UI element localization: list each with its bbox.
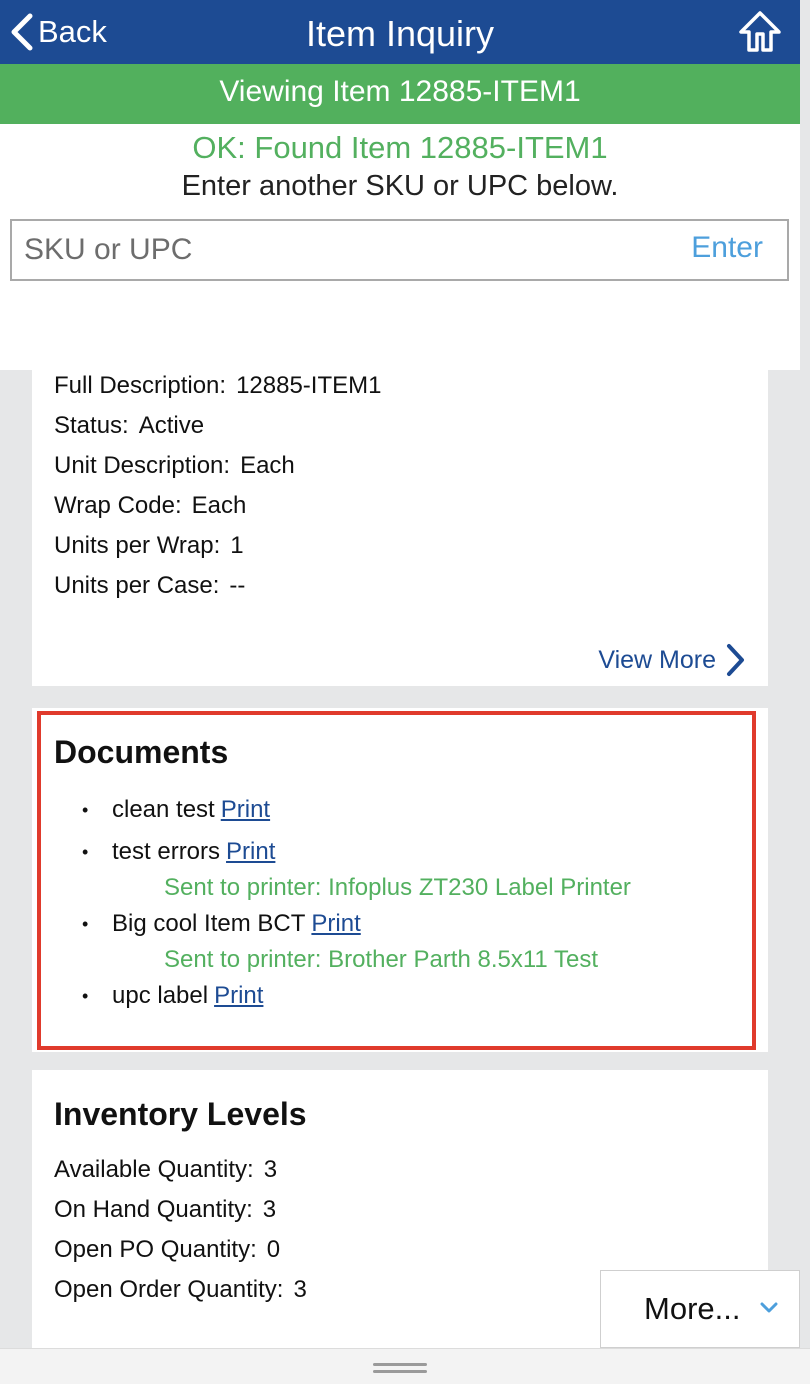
print-link[interactable]: Print bbox=[226, 838, 275, 865]
document-name: Big cool Item BCT bbox=[112, 910, 306, 937]
detail-row: Units per Case: -- bbox=[54, 572, 246, 599]
print-link[interactable]: Print bbox=[214, 982, 263, 1009]
documents-title: Documents bbox=[54, 734, 229, 770]
sent-to-printer-message: Sent to printer: Brother Parth 8.5x11 Te… bbox=[164, 946, 599, 973]
viewing-status-banner: Viewing Item 12885-ITEM1 bbox=[0, 64, 800, 124]
inventory-row: Open Order Quantity: 3 bbox=[54, 1276, 307, 1303]
top-nav-bar: Back Item Inquiry bbox=[0, 0, 800, 64]
document-item: • Big cool Item BCT Print bbox=[82, 910, 361, 937]
sent-to-printer-message: Sent to printer: Infoplus ZT230 Label Pr… bbox=[164, 874, 631, 901]
document-name: upc label bbox=[112, 982, 209, 1009]
chevron-right-icon bbox=[727, 644, 744, 676]
detail-row: Wrap Code: Each bbox=[54, 492, 247, 519]
detail-row: Units per Wrap: 1 bbox=[54, 532, 244, 559]
drag-handle-icon[interactable] bbox=[373, 1363, 427, 1373]
document-item: • clean test Print bbox=[82, 796, 271, 823]
scroll-edge bbox=[800, 0, 810, 370]
documents-card: Documents • clean test Print • test error… bbox=[32, 708, 768, 1052]
inventory-title: Inventory Levels bbox=[54, 1096, 307, 1132]
more-menu-button[interactable]: More... bbox=[600, 1270, 800, 1348]
more-label: More... bbox=[644, 1291, 741, 1326]
detail-row: Unit Description: Each bbox=[54, 452, 295, 479]
print-link[interactable]: Print bbox=[311, 910, 360, 937]
bottom-toolbar bbox=[0, 1348, 810, 1384]
document-name: test errors bbox=[112, 838, 221, 865]
detail-row: Full Description: 12885-ITEM1 bbox=[54, 372, 382, 399]
view-more-link[interactable]: View More bbox=[598, 642, 746, 678]
enter-button[interactable]: Enter bbox=[691, 231, 763, 265]
sku-input[interactable] bbox=[24, 229, 664, 271]
home-arrow-icon[interactable] bbox=[738, 10, 782, 54]
inventory-row: On Hand Quantity: 3 bbox=[54, 1196, 277, 1223]
sku-search-box: Enter bbox=[10, 219, 789, 281]
inventory-row: Available Quantity: 3 bbox=[54, 1156, 278, 1183]
page-title: Item Inquiry bbox=[305, 13, 495, 54]
document-name: clean test bbox=[112, 796, 215, 823]
item-details-card: Full Description: 12885-ITEM1 Status: Acti… bbox=[32, 370, 768, 686]
print-link[interactable]: Print bbox=[221, 796, 270, 823]
chevron-down-icon bbox=[760, 1302, 778, 1313]
lookup-prompt: Enter another SKU or UPC below. bbox=[181, 170, 619, 202]
item-inquiry-screen: Back Item Inquiry Viewing Item 12885-ITE… bbox=[0, 0, 810, 1384]
document-item: • test errors Print bbox=[82, 838, 276, 865]
inventory-row: Open PO Quantity: 0 bbox=[54, 1236, 281, 1263]
ok-message: OK: Found Item 12885-ITEM1 bbox=[192, 130, 608, 165]
lookup-panel: OK: Found Item 12885-ITEM1 Enter another… bbox=[0, 124, 800, 370]
detail-row: Status: Active bbox=[54, 412, 205, 439]
view-more-label: View More bbox=[598, 645, 716, 674]
document-item: • upc label Print bbox=[82, 982, 264, 1009]
